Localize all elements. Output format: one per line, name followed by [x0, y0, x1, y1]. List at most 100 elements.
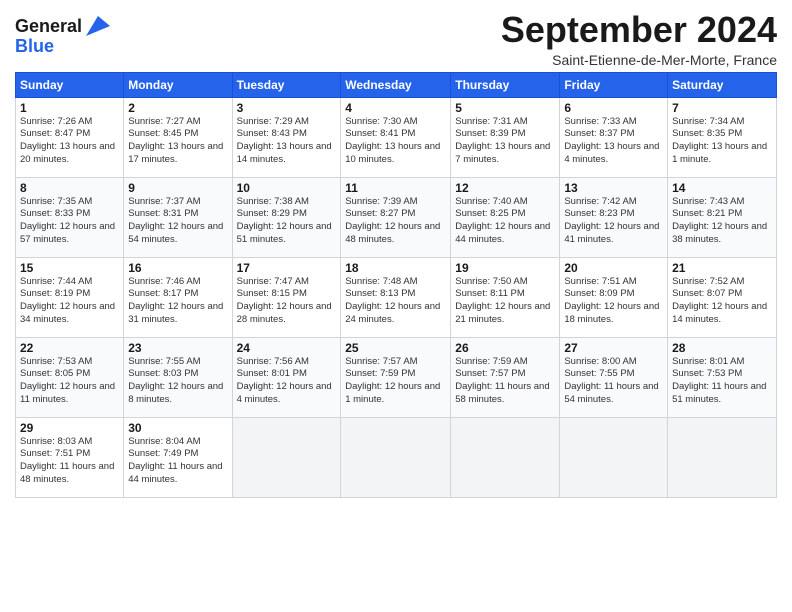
calendar-day-cell: 26 Sunrise: 7:59 AMSunset: 7:57 PMDaylig…	[451, 337, 560, 417]
day-number: 23	[128, 341, 227, 355]
calendar-day-cell: 4 Sunrise: 7:30 AMSunset: 8:41 PMDayligh…	[341, 97, 451, 177]
calendar-week-row: 22 Sunrise: 7:53 AMSunset: 8:05 PMDaylig…	[16, 337, 777, 417]
day-number: 7	[672, 101, 772, 115]
calendar-day-cell: 28 Sunrise: 8:01 AMSunset: 7:53 PMDaylig…	[668, 337, 777, 417]
day-detail: Sunrise: 7:53 AMSunset: 8:05 PMDaylight:…	[20, 356, 119, 407]
day-detail: Sunrise: 7:33 AMSunset: 8:37 PMDaylight:…	[564, 116, 663, 167]
title-block: September 2024 Saint-Etienne-de-Mer-Mort…	[501, 10, 777, 68]
day-number: 5	[455, 101, 555, 115]
day-number: 2	[128, 101, 227, 115]
calendar-day-cell: 9 Sunrise: 7:37 AMSunset: 8:31 PMDayligh…	[124, 177, 232, 257]
day-detail: Sunrise: 7:57 AMSunset: 7:59 PMDaylight:…	[345, 356, 446, 407]
calendar-day-cell: 6 Sunrise: 7:33 AMSunset: 8:37 PMDayligh…	[560, 97, 668, 177]
location: Saint-Etienne-de-Mer-Morte, France	[501, 52, 777, 68]
day-number: 30	[128, 421, 227, 435]
day-detail: Sunrise: 7:44 AMSunset: 8:19 PMDaylight:…	[20, 276, 119, 327]
day-number: 1	[20, 101, 119, 115]
calendar-day-cell	[232, 417, 341, 497]
calendar-day-cell: 3 Sunrise: 7:29 AMSunset: 8:43 PMDayligh…	[232, 97, 341, 177]
calendar-day-cell	[668, 417, 777, 497]
calendar-day-cell: 2 Sunrise: 7:27 AMSunset: 8:45 PMDayligh…	[124, 97, 232, 177]
day-detail: Sunrise: 7:46 AMSunset: 8:17 PMDaylight:…	[128, 276, 227, 327]
day-number: 8	[20, 181, 119, 195]
day-detail: Sunrise: 7:55 AMSunset: 8:03 PMDaylight:…	[128, 356, 227, 407]
day-number: 10	[237, 181, 337, 195]
day-detail: Sunrise: 7:50 AMSunset: 8:11 PMDaylight:…	[455, 276, 555, 327]
day-detail: Sunrise: 7:42 AMSunset: 8:23 PMDaylight:…	[564, 196, 663, 247]
day-number: 3	[237, 101, 337, 115]
calendar-day-cell	[341, 417, 451, 497]
calendar-day-cell: 1 Sunrise: 7:26 AMSunset: 8:47 PMDayligh…	[16, 97, 124, 177]
calendar-day-cell: 13 Sunrise: 7:42 AMSunset: 8:23 PMDaylig…	[560, 177, 668, 257]
day-detail: Sunrise: 8:03 AMSunset: 7:51 PMDaylight:…	[20, 436, 119, 487]
calendar-week-row: 1 Sunrise: 7:26 AMSunset: 8:47 PMDayligh…	[16, 97, 777, 177]
day-detail: Sunrise: 7:52 AMSunset: 8:07 PMDaylight:…	[672, 276, 772, 327]
day-number: 17	[237, 261, 337, 275]
calendar-day-cell: 8 Sunrise: 7:35 AMSunset: 8:33 PMDayligh…	[16, 177, 124, 257]
weekday-header: Saturday	[668, 72, 777, 97]
day-detail: Sunrise: 7:29 AMSunset: 8:43 PMDaylight:…	[237, 116, 337, 167]
day-detail: Sunrise: 7:47 AMSunset: 8:15 PMDaylight:…	[237, 276, 337, 327]
day-detail: Sunrise: 7:39 AMSunset: 8:27 PMDaylight:…	[345, 196, 446, 247]
day-detail: Sunrise: 7:30 AMSunset: 8:41 PMDaylight:…	[345, 116, 446, 167]
day-number: 19	[455, 261, 555, 275]
calendar-day-cell: 27 Sunrise: 8:00 AMSunset: 7:55 PMDaylig…	[560, 337, 668, 417]
calendar-day-cell: 11 Sunrise: 7:39 AMSunset: 8:27 PMDaylig…	[341, 177, 451, 257]
day-detail: Sunrise: 7:38 AMSunset: 8:29 PMDaylight:…	[237, 196, 337, 247]
day-number: 21	[672, 261, 772, 275]
day-number: 14	[672, 181, 772, 195]
logo: General Blue	[15, 14, 112, 57]
day-detail: Sunrise: 8:04 AMSunset: 7:49 PMDaylight:…	[128, 436, 227, 487]
weekday-header: Monday	[124, 72, 232, 97]
calendar-day-cell: 15 Sunrise: 7:44 AMSunset: 8:19 PMDaylig…	[16, 257, 124, 337]
logo-icon	[84, 12, 112, 40]
weekday-header: Sunday	[16, 72, 124, 97]
day-number: 15	[20, 261, 119, 275]
day-number: 20	[564, 261, 663, 275]
day-number: 16	[128, 261, 227, 275]
calendar-day-cell: 30 Sunrise: 8:04 AMSunset: 7:49 PMDaylig…	[124, 417, 232, 497]
day-number: 27	[564, 341, 663, 355]
day-detail: Sunrise: 7:35 AMSunset: 8:33 PMDaylight:…	[20, 196, 119, 247]
calendar-day-cell: 14 Sunrise: 7:43 AMSunset: 8:21 PMDaylig…	[668, 177, 777, 257]
weekday-header: Friday	[560, 72, 668, 97]
calendar-week-row: 15 Sunrise: 7:44 AMSunset: 8:19 PMDaylig…	[16, 257, 777, 337]
calendar-day-cell: 17 Sunrise: 7:47 AMSunset: 8:15 PMDaylig…	[232, 257, 341, 337]
day-detail: Sunrise: 8:00 AMSunset: 7:55 PMDaylight:…	[564, 356, 663, 407]
weekday-header: Thursday	[451, 72, 560, 97]
calendar-day-cell: 20 Sunrise: 7:51 AMSunset: 8:09 PMDaylig…	[560, 257, 668, 337]
calendar-week-row: 29 Sunrise: 8:03 AMSunset: 7:51 PMDaylig…	[16, 417, 777, 497]
header-row: General Blue September 2024 Saint-Etienn…	[15, 10, 777, 68]
calendar-day-cell: 29 Sunrise: 8:03 AMSunset: 7:51 PMDaylig…	[16, 417, 124, 497]
day-detail: Sunrise: 7:27 AMSunset: 8:45 PMDaylight:…	[128, 116, 227, 167]
day-detail: Sunrise: 7:34 AMSunset: 8:35 PMDaylight:…	[672, 116, 772, 167]
month-title: September 2024	[501, 10, 777, 50]
day-detail: Sunrise: 7:26 AMSunset: 8:47 PMDaylight:…	[20, 116, 119, 167]
day-number: 9	[128, 181, 227, 195]
day-number: 22	[20, 341, 119, 355]
weekday-header: Tuesday	[232, 72, 341, 97]
calendar-day-cell: 7 Sunrise: 7:34 AMSunset: 8:35 PMDayligh…	[668, 97, 777, 177]
day-number: 12	[455, 181, 555, 195]
day-detail: Sunrise: 7:43 AMSunset: 8:21 PMDaylight:…	[672, 196, 772, 247]
calendar-day-cell: 5 Sunrise: 7:31 AMSunset: 8:39 PMDayligh…	[451, 97, 560, 177]
calendar-day-cell: 22 Sunrise: 7:53 AMSunset: 8:05 PMDaylig…	[16, 337, 124, 417]
day-number: 6	[564, 101, 663, 115]
logo-text: General	[15, 17, 82, 37]
day-number: 29	[20, 421, 119, 435]
day-number: 13	[564, 181, 663, 195]
calendar-day-cell: 16 Sunrise: 7:46 AMSunset: 8:17 PMDaylig…	[124, 257, 232, 337]
weekday-header-row: SundayMondayTuesdayWednesdayThursdayFrid…	[16, 72, 777, 97]
day-detail: Sunrise: 7:31 AMSunset: 8:39 PMDaylight:…	[455, 116, 555, 167]
day-number: 24	[237, 341, 337, 355]
day-number: 25	[345, 341, 446, 355]
calendar-day-cell: 10 Sunrise: 7:38 AMSunset: 8:29 PMDaylig…	[232, 177, 341, 257]
day-detail: Sunrise: 7:48 AMSunset: 8:13 PMDaylight:…	[345, 276, 446, 327]
calendar-day-cell	[451, 417, 560, 497]
calendar-day-cell: 19 Sunrise: 7:50 AMSunset: 8:11 PMDaylig…	[451, 257, 560, 337]
calendar-day-cell: 18 Sunrise: 7:48 AMSunset: 8:13 PMDaylig…	[341, 257, 451, 337]
day-number: 11	[345, 181, 446, 195]
weekday-header: Wednesday	[341, 72, 451, 97]
day-detail: Sunrise: 7:59 AMSunset: 7:57 PMDaylight:…	[455, 356, 555, 407]
calendar-day-cell: 21 Sunrise: 7:52 AMSunset: 8:07 PMDaylig…	[668, 257, 777, 337]
